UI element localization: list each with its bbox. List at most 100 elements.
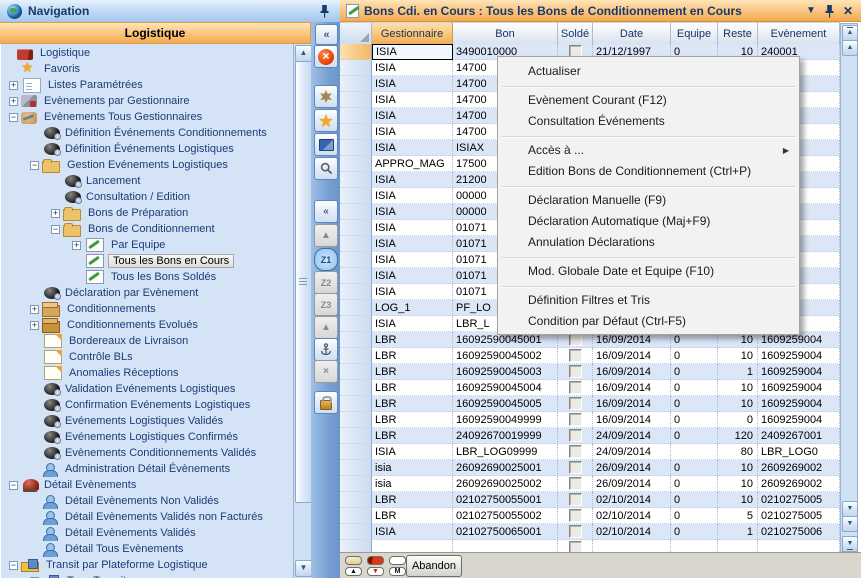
- delete-button[interactable]: ×: [314, 360, 338, 383]
- table-row[interactable]: LBR1609259004500316/09/2014011609259004: [340, 364, 840, 380]
- tree-item[interactable]: +Bordereaux de Livraison: [1, 333, 294, 349]
- solde-cell[interactable]: [558, 444, 593, 460]
- nav-up-button[interactable]: ▲: [345, 567, 362, 576]
- solde-checkbox[interactable]: [569, 445, 582, 458]
- nav-blank-button[interactable]: [389, 556, 406, 565]
- row-header-cell[interactable]: [340, 460, 372, 476]
- gestionnaire-cell[interactable]: ISIA: [372, 92, 453, 108]
- grid-scroll-pagedown-button[interactable]: ▼: [842, 516, 858, 532]
- equipe-cell[interactable]: 0: [671, 524, 718, 540]
- tree-scrollbar[interactable]: ▲ ▼: [293, 44, 311, 578]
- collapse-nav-button[interactable]: «: [315, 24, 338, 45]
- tree-item[interactable]: +Evènements par Gestionnaire: [1, 93, 294, 109]
- zoom1-button[interactable]: Z1: [314, 248, 338, 271]
- solde-checkbox[interactable]: [569, 429, 582, 442]
- table-row[interactable]: ISIALBR_LOG0999924/09/201480LBR_LOG0: [340, 444, 840, 460]
- menu-item[interactable]: Consultation Événements: [498, 111, 799, 132]
- solde-cell[interactable]: [558, 348, 593, 364]
- reste-cell[interactable]: 10: [718, 476, 758, 492]
- tree-item[interactable]: +Listes Paramétrées: [1, 77, 294, 93]
- row-header-cell[interactable]: [340, 396, 372, 412]
- date-cell[interactable]: 16/09/2014: [593, 412, 671, 428]
- row-header-cell[interactable]: [340, 124, 372, 140]
- evenement-cell[interactable]: 0210275005: [758, 508, 840, 524]
- row-header-cell[interactable]: [340, 188, 372, 204]
- grid-scroll-down-button[interactable]: ▼: [842, 501, 858, 517]
- date-cell[interactable]: 24/09/2014: [593, 428, 671, 444]
- gestionnaire-cell[interactable]: ISIA: [372, 60, 453, 76]
- tree-item[interactable]: −Bons de Conditionnement: [1, 221, 294, 237]
- menu-item[interactable]: Mod. Globale Date et Equipe (F10): [498, 261, 799, 282]
- gestionnaire-cell[interactable]: ISIA: [372, 108, 453, 124]
- badge-button[interactable]: [314, 85, 338, 108]
- column-header[interactable]: Bon: [453, 22, 558, 44]
- equipe-cell[interactable]: 0: [671, 364, 718, 380]
- menu-item[interactable]: Annulation Déclarations: [498, 232, 799, 253]
- menu-item[interactable]: Définition Filtres et Tris: [498, 290, 799, 311]
- zoom3-button[interactable]: Z3: [314, 293, 338, 316]
- select-all-corner[interactable]: [340, 22, 372, 44]
- nav-down-button[interactable]: ▼: [367, 567, 384, 576]
- tree-item[interactable]: +Favoris: [1, 61, 294, 77]
- date-cell[interactable]: 16/09/2014: [593, 348, 671, 364]
- equipe-cell[interactable]: 0: [671, 492, 718, 508]
- tree-item[interactable]: +Conditionnements: [1, 301, 294, 317]
- bon-cell[interactable]: 16092590045003: [453, 364, 558, 380]
- row-header-cell[interactable]: [340, 284, 372, 300]
- gestionnaire-cell[interactable]: isia: [372, 460, 453, 476]
- tree-item[interactable]: −Gestion Evénements Logistiques: [1, 157, 294, 173]
- solde-cell[interactable]: [558, 476, 593, 492]
- tree-expander-icon[interactable]: −: [9, 113, 18, 122]
- tree-item[interactable]: +Déclaration par Evènement: [1, 285, 294, 301]
- bon-cell[interactable]: 02102750055001: [453, 492, 558, 508]
- menu-item[interactable]: Evènement Courant (F12): [498, 90, 799, 111]
- column-header[interactable]: Soldé: [558, 22, 593, 44]
- table-row[interactable]: LBR1609259004500416/09/20140101609259004: [340, 380, 840, 396]
- tree-item[interactable]: +Bons de Préparation: [1, 205, 294, 221]
- menu-item[interactable]: Déclaration Manuelle (F9): [498, 190, 799, 211]
- row-header-cell[interactable]: [340, 60, 372, 76]
- row-header-cell[interactable]: [340, 316, 372, 332]
- bon-cell[interactable]: 16092590045005: [453, 396, 558, 412]
- gestionnaire-cell[interactable]: ISIA: [372, 444, 453, 460]
- menu-item[interactable]: Actualiser: [498, 61, 799, 82]
- date-cell[interactable]: 26/09/2014: [593, 476, 671, 492]
- table-row[interactable]: LBR1609259004500516/09/20140101609259004: [340, 396, 840, 412]
- tree-item[interactable]: +Lancement: [1, 173, 294, 189]
- move-up-button[interactable]: ▲: [314, 224, 338, 247]
- tree-scroll-down-button[interactable]: ▼: [295, 560, 312, 577]
- row-header-cell[interactable]: [340, 380, 372, 396]
- row-header-cell[interactable]: [340, 220, 372, 236]
- gestionnaire-cell[interactable]: ISIA: [372, 236, 453, 252]
- row-header-cell[interactable]: [340, 76, 372, 92]
- tree-expander-icon[interactable]: +: [30, 305, 39, 314]
- row-header-cell[interactable]: [340, 444, 372, 460]
- evenement-cell[interactable]: 1609259004: [758, 364, 840, 380]
- reste-cell[interactable]: 5: [718, 508, 758, 524]
- row-header-cell[interactable]: [340, 364, 372, 380]
- table-row[interactable]: LBR1609259004999916/09/2014001609259004: [340, 412, 840, 428]
- date-cell[interactable]: 16/09/2014: [593, 396, 671, 412]
- row-header-cell[interactable]: [340, 156, 372, 172]
- panel-pin-icon[interactable]: [824, 4, 835, 18]
- tree-item[interactable]: +Définition Événements Logistiques: [1, 141, 294, 157]
- gestionnaire-cell[interactable]: LBR: [372, 492, 453, 508]
- column-header[interactable]: Reste: [718, 22, 758, 44]
- tree-item[interactable]: +Détail Evènements Non Validés: [1, 493, 294, 509]
- row-header-cell[interactable]: [340, 172, 372, 188]
- row-header-cell[interactable]: [340, 508, 372, 524]
- solde-cell[interactable]: [558, 460, 593, 476]
- row-header-cell[interactable]: [340, 476, 372, 492]
- gestionnaire-cell[interactable]: LBR: [372, 364, 453, 380]
- row-header-cell[interactable]: [340, 332, 372, 348]
- table-row[interactable]: ISIA0210275006500102/10/2014010210275006: [340, 524, 840, 540]
- solde-checkbox[interactable]: [569, 349, 582, 362]
- tree-item[interactable]: +Par Equipe: [1, 237, 294, 253]
- equipe-cell[interactable]: 0: [671, 508, 718, 524]
- equipe-cell[interactable]: 0: [671, 460, 718, 476]
- move-up2-button[interactable]: ▲: [314, 316, 338, 339]
- gestionnaire-cell[interactable]: LBR: [372, 412, 453, 428]
- equipe-cell[interactable]: 0: [671, 412, 718, 428]
- table-row[interactable]: LBR2409267001999924/09/20140120240926700…: [340, 428, 840, 444]
- collapse-button[interactable]: «: [314, 200, 338, 223]
